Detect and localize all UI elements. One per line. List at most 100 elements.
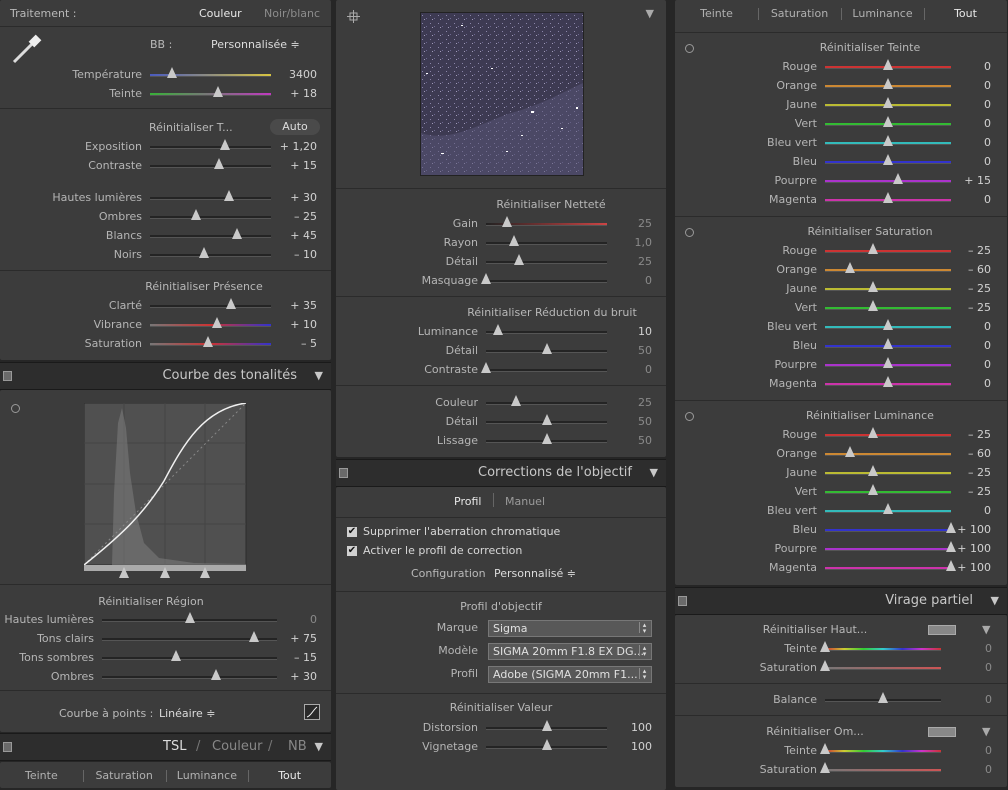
hue-bleu-track[interactable]	[825, 154, 951, 165]
split-highlight-saturation-slider[interactable]: Saturation 0	[675, 658, 1007, 677]
hue-vert-slider[interactable]: Vert 0	[675, 114, 1007, 133]
nr-smoothness-value[interactable]: 50	[608, 434, 652, 447]
nr-smoothness-track[interactable]	[486, 433, 607, 444]
curve-split-handle-2[interactable]	[160, 567, 170, 578]
hue-vert-track[interactable]	[825, 116, 951, 127]
panel-toggle-icon[interactable]	[339, 468, 348, 478]
nr-color-value[interactable]: 25	[608, 396, 652, 409]
sat-orange-value[interactable]: – 60	[953, 263, 991, 276]
highlight-color-swatch[interactable]	[928, 625, 956, 635]
sat-vert-value[interactable]: – 25	[953, 301, 991, 314]
hue-bleu-vert-value[interactable]: 0	[953, 136, 991, 149]
nr-color-track[interactable]	[486, 395, 607, 406]
reset-tone[interactable]: Réinitialiser T...	[149, 121, 233, 134]
treatment-bw-button[interactable]: Noir/blanc	[264, 7, 320, 20]
lum-rouge-value[interactable]: – 25	[953, 428, 991, 441]
tab-profil[interactable]: Profil	[454, 495, 481, 508]
sharpen-amount-track[interactable]	[486, 216, 607, 227]
distortion-slider[interactable]: Distorsion 100	[336, 718, 666, 737]
config-select[interactable]: Personnalisé ≑	[494, 567, 576, 580]
hsl-mode-color[interactable]: Couleur	[212, 739, 262, 754]
hsl-mode-bw[interactable]: NB	[288, 739, 307, 754]
split-highlight-hue-slider[interactable]: Teinte 0	[675, 639, 1007, 658]
vibrance-track[interactable]	[150, 317, 271, 328]
hue-orange-handle[interactable]	[883, 78, 893, 89]
tint-slider[interactable]: Teinte + 18	[0, 84, 331, 103]
shadow-color-swatch[interactable]	[928, 727, 956, 737]
clarity-track[interactable]	[150, 298, 271, 309]
lum-pourpre-value[interactable]: + 100	[953, 542, 991, 555]
split-balance-track[interactable]	[825, 692, 941, 703]
sat-rouge-track[interactable]	[825, 243, 951, 254]
lum-bleu-vert-track[interactable]	[825, 503, 951, 514]
exposure-value[interactable]: + 1,20	[272, 140, 317, 153]
sat-bleu-vert-slider[interactable]: Bleu vert 0	[675, 317, 1007, 336]
split-highlight-hue-value[interactable]: 0	[945, 642, 992, 655]
lum-vert-slider[interactable]: Vert – 25	[675, 482, 1007, 501]
reset-region[interactable]: Réinitialiser Région	[0, 595, 302, 608]
tab-teinte[interactable]: Teinte	[0, 769, 83, 782]
tab-saturation[interactable]: Saturation	[82, 769, 166, 782]
detail-preview[interactable]	[420, 12, 584, 176]
tint-value[interactable]: + 18	[272, 87, 317, 100]
split-shadow-saturation-handle[interactable]	[820, 762, 830, 773]
sharpen-masking-slider[interactable]: Masquage 0	[336, 271, 666, 290]
tone-curve-header[interactable]: Courbe des tonalités ▼	[0, 362, 331, 390]
sat-pourpre-handle[interactable]	[883, 357, 893, 368]
region-shadows-handle[interactable]	[210, 669, 221, 680]
lum-rouge-track[interactable]	[825, 427, 951, 438]
region-darks-value[interactable]: – 15	[278, 651, 317, 664]
treatment-color-button[interactable]: Couleur	[199, 7, 242, 20]
sat-pourpre-track[interactable]	[825, 357, 951, 368]
hue-orange-track[interactable]	[825, 78, 951, 89]
region-lights-track[interactable]	[102, 631, 277, 642]
region-darks-handle[interactable]	[170, 650, 181, 661]
tab-luminance[interactable]: Luminance	[165, 769, 249, 782]
nr-luminance-detail-value[interactable]: 50	[608, 344, 652, 357]
lum-bleu-value[interactable]: + 100	[953, 523, 991, 536]
collapse-triangle-icon[interactable]: ▼	[646, 7, 654, 20]
sat-magenta-track[interactable]	[825, 376, 951, 387]
split-shadow-saturation-slider[interactable]: Saturation 0	[675, 760, 1007, 779]
collapse-triangle-icon[interactable]: ▼	[315, 740, 323, 753]
target-adjust-icon[interactable]	[11, 404, 20, 413]
hue-jaune-slider[interactable]: Jaune 0	[675, 95, 1007, 114]
hue-bleu-slider[interactable]: Bleu 0	[675, 152, 1007, 171]
shadows-track[interactable]	[150, 209, 271, 220]
sharpen-detail-value[interactable]: 25	[608, 255, 652, 268]
region-shadows-slider[interactable]: Ombres + 30	[0, 667, 331, 686]
sat-jaune-track[interactable]	[825, 281, 951, 292]
hue-pourpre-value[interactable]: + 15	[953, 174, 991, 187]
sharpen-amount-value[interactable]: 25	[608, 217, 652, 230]
exposure-handle[interactable]	[220, 139, 231, 150]
lens-header[interactable]: Corrections de l'objectif ▼	[336, 459, 666, 487]
make-select[interactable]: Sigma ▴ ▾	[488, 620, 652, 637]
region-lights-value[interactable]: + 75	[278, 632, 317, 645]
sat-bleu-slider[interactable]: Bleu 0	[675, 336, 1007, 355]
lum-rouge-slider[interactable]: Rouge – 25	[675, 425, 1007, 444]
sat-bleu-vert-value[interactable]: 0	[953, 320, 991, 333]
hue-orange-value[interactable]: 0	[953, 79, 991, 92]
tab-teinte[interactable]: Teinte	[675, 7, 758, 20]
lum-orange-slider[interactable]: Orange – 60	[675, 444, 1007, 463]
contrast-slider[interactable]: Contraste + 15	[0, 156, 331, 175]
checkbox-checked-icon[interactable]: ✔	[347, 546, 357, 556]
lum-orange-track[interactable]	[825, 446, 951, 457]
hue-rouge-handle[interactable]	[883, 59, 893, 70]
sharpen-detail-track[interactable]	[486, 254, 607, 265]
reset-highlights[interactable]: Réinitialiser Haut...	[675, 623, 955, 636]
distortion-value[interactable]: 100	[608, 721, 652, 734]
clarity-value[interactable]: + 35	[272, 299, 317, 312]
nr-luminance-value[interactable]: 10	[608, 325, 652, 338]
split-highlight-hue-handle[interactable]	[820, 641, 830, 652]
lum-pourpre-track[interactable]	[825, 541, 956, 552]
blacks-slider[interactable]: Noirs – 10	[0, 245, 331, 264]
region-highlights-slider[interactable]: Hautes lumières 0	[0, 610, 331, 629]
reset-hue[interactable]: Réinitialiser Teinte	[675, 41, 1008, 54]
split-balance-slider[interactable]: Balance 0	[675, 690, 1007, 709]
nr-color-slider[interactable]: Couleur 25	[336, 393, 666, 412]
temperature-handle[interactable]	[166, 67, 177, 78]
split-shadow-saturation-track[interactable]	[820, 762, 941, 773]
curve-split-handle-3[interactable]	[200, 567, 210, 578]
nr-smoothness-handle[interactable]	[541, 433, 552, 444]
